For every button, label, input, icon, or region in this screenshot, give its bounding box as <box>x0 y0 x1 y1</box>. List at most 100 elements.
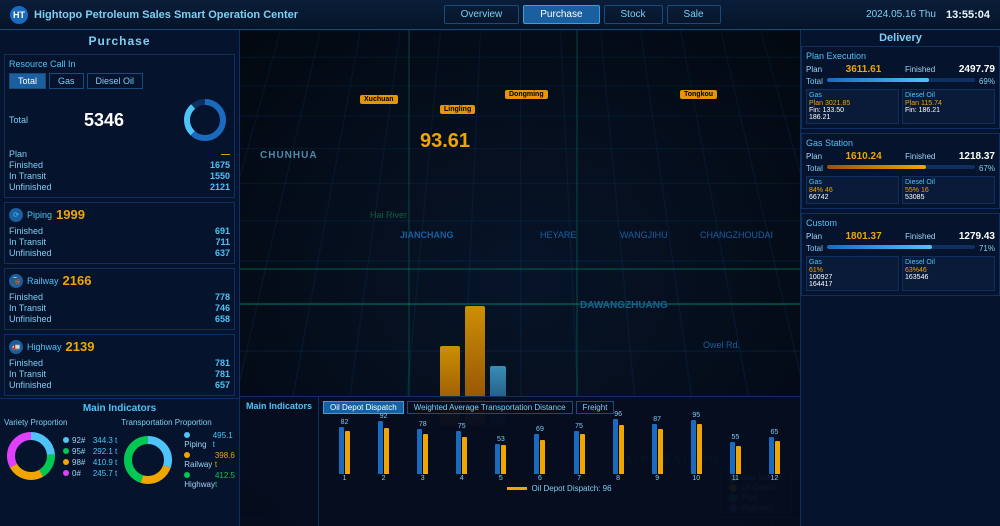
variety-item-0: 0# 245.7 t <box>63 469 117 478</box>
app-title: Hightopo Petroleum Sales Smart Operation… <box>34 9 298 21</box>
finished-label: Finished <box>905 65 935 74</box>
bar-blue <box>378 421 383 474</box>
bar-blue <box>613 419 618 474</box>
nav-overview[interactable]: Overview <box>444 5 520 24</box>
railway-section: 🚂 Railway 2166 Finished 778 In Transit 7… <box>4 268 235 330</box>
nav-sale[interactable]: Sale <box>667 5 721 24</box>
resource-title: Resource Call In <box>9 59 230 69</box>
transport-proportion: Transportation Proportion Piping 495.1 t <box>121 418 235 508</box>
piping-title: ⟳ Piping 1999 <box>9 207 230 222</box>
custom-total-label: Total <box>806 244 823 253</box>
gas-finished-label: Finished <box>905 152 935 161</box>
railway-finished-row: Finished 778 <box>9 292 230 302</box>
piping-icon: ⟳ <box>9 208 23 222</box>
variety-labels: 92# 344.3 t 95# 292.1 t 98# 410.9 t <box>63 434 117 480</box>
bar-group-11: 55 11 <box>718 434 753 482</box>
left-indicator-content: Variety Proportion 92# 344.3 <box>4 418 235 508</box>
top-nav: Overview Purchase Stock Sale <box>444 5 721 24</box>
road-h1 <box>240 303 800 305</box>
total-transit-row: In Transit 1550 <box>9 171 230 181</box>
tab-weighted[interactable]: Weighted Average Transportation Distance <box>407 401 573 414</box>
chart-legend: Oil Depot Dispatch: 96 <box>323 484 796 493</box>
bar-orange <box>736 446 741 474</box>
logo-icon: HT <box>10 6 28 24</box>
gas-bar-row: Total 67% <box>806 164 995 173</box>
piping-label: Piping <box>27 210 52 220</box>
current-date: 2024.05.16 Thu <box>866 9 936 20</box>
gas-finished-value: 1218.37 <box>959 151 995 162</box>
right-panel: Delivery Plan Execution Plan 3611.61 Fin… <box>800 30 1000 526</box>
highway-unfinished-row: Unfinished 657 <box>9 380 230 390</box>
tab-diesel[interactable]: Diesel Oil <box>87 73 144 89</box>
bar-orange <box>462 437 467 474</box>
center-map: Xuchuan Lingling Dongming Tongkou 93.61 … <box>240 30 800 526</box>
bar-orange <box>501 445 506 474</box>
legend-line <box>507 487 527 490</box>
nav-purchase[interactable]: Purchase <box>523 5 599 24</box>
total-value: 5346 <box>84 110 124 131</box>
nav-stock[interactable]: Stock <box>604 5 663 24</box>
top-bar: HT Hightopo Petroleum Sales Smart Operat… <box>0 0 1000 30</box>
region-wangji: WANGJIHU <box>620 230 668 240</box>
bar-group-4: 75 4 <box>444 423 479 482</box>
mini-card-gas: Gas Plan 3021.85 Fin: 133.50 186.21 <box>806 89 899 124</box>
variety-section: 92# 344.3 t 95# 292.1 t 98# 410.9 t <box>4 429 117 484</box>
bar-orange <box>580 434 585 474</box>
bar-blue <box>574 431 579 474</box>
custom-section: Custom Plan 1801.37 Finished 1279.43 Tot… <box>801 213 1000 296</box>
bar-group-3: 78 3 <box>405 421 440 482</box>
tab-gas[interactable]: Gas <box>49 73 84 89</box>
region-owel: Owel Rd. <box>703 340 740 350</box>
total-donut <box>180 95 230 145</box>
total-plan-row: Plan — <box>9 149 230 159</box>
custom-header: Custom <box>806 218 995 228</box>
plan-value: 3611.61 <box>846 64 882 75</box>
transport-donut <box>121 433 176 488</box>
variety-donut <box>4 429 59 484</box>
bar-blue <box>769 437 774 474</box>
highway-transit-row: In Transit 781 <box>9 369 230 379</box>
plan-exec-total: Plan Execution Plan 3611.61 Finished 249… <box>801 46 1000 129</box>
total-progress-bar <box>827 78 975 82</box>
gas-progress-bar <box>827 165 975 169</box>
region-heyare: HEYARE <box>540 230 576 240</box>
highway-finished: 781 <box>215 358 230 368</box>
bar-group-1: 82 1 <box>327 419 362 482</box>
custom-bar-row: Total 71% <box>806 244 995 253</box>
highway-section: 🚛 Highway 2139 Finished 781 In Transit 7… <box>4 334 235 396</box>
transport-labels: Piping 495.1 t Railway 398.6 t Highway 4… <box>184 429 235 491</box>
transport-piping: Piping 495.1 t <box>184 431 235 449</box>
top-right-info: 2024.05.16 Thu 13:55:04 <box>866 9 990 21</box>
transport-highway: Highway 412.5 t <box>184 471 235 489</box>
region-chang: CHANGZHOUDAI <box>700 230 773 240</box>
railway-finished: 778 <box>215 292 230 302</box>
resource-tabs: Total Gas Diesel Oil <box>9 73 230 89</box>
piping-transit-row: In Transit 711 <box>9 237 230 247</box>
bar-orange <box>345 431 350 474</box>
transport-railway: Railway 398.6 t <box>184 451 235 469</box>
gas-mini-card-gas: Gas 84% 46 66742 <box>806 176 899 204</box>
map-value: 93.61 <box>420 130 470 153</box>
region-jianch: JIANCHANG <box>400 230 454 240</box>
gas-plan-label: Plan <box>806 152 822 161</box>
left-panel-title: Purchase <box>0 30 239 52</box>
bar-orange <box>540 440 545 474</box>
custom-pct: 71% <box>979 244 995 253</box>
bar-blue <box>730 442 735 474</box>
total-finished-row: Finished 1675 <box>9 160 230 170</box>
bar-blue <box>417 429 422 474</box>
gas-plan-value: 1610.24 <box>845 151 881 162</box>
bar-orange <box>423 434 428 474</box>
bar-blue <box>456 431 461 474</box>
bar-orange <box>697 424 702 474</box>
variety-proportion: Variety Proportion 92# 344.3 <box>4 418 117 508</box>
tab-total[interactable]: Total <box>9 73 46 89</box>
total-transit: 1550 <box>210 171 230 181</box>
bar-blue <box>339 427 344 474</box>
custom-exec-row: Plan 1801.37 Finished 1279.43 <box>806 231 995 242</box>
highway-icon: 🚛 <box>9 340 23 354</box>
bar-group-8: 96 8 <box>601 411 636 482</box>
road-h2 <box>240 268 800 270</box>
railway-title: 🚂 Railway 2166 <box>9 273 230 288</box>
piping-finished-row: Finished 691 <box>9 226 230 236</box>
